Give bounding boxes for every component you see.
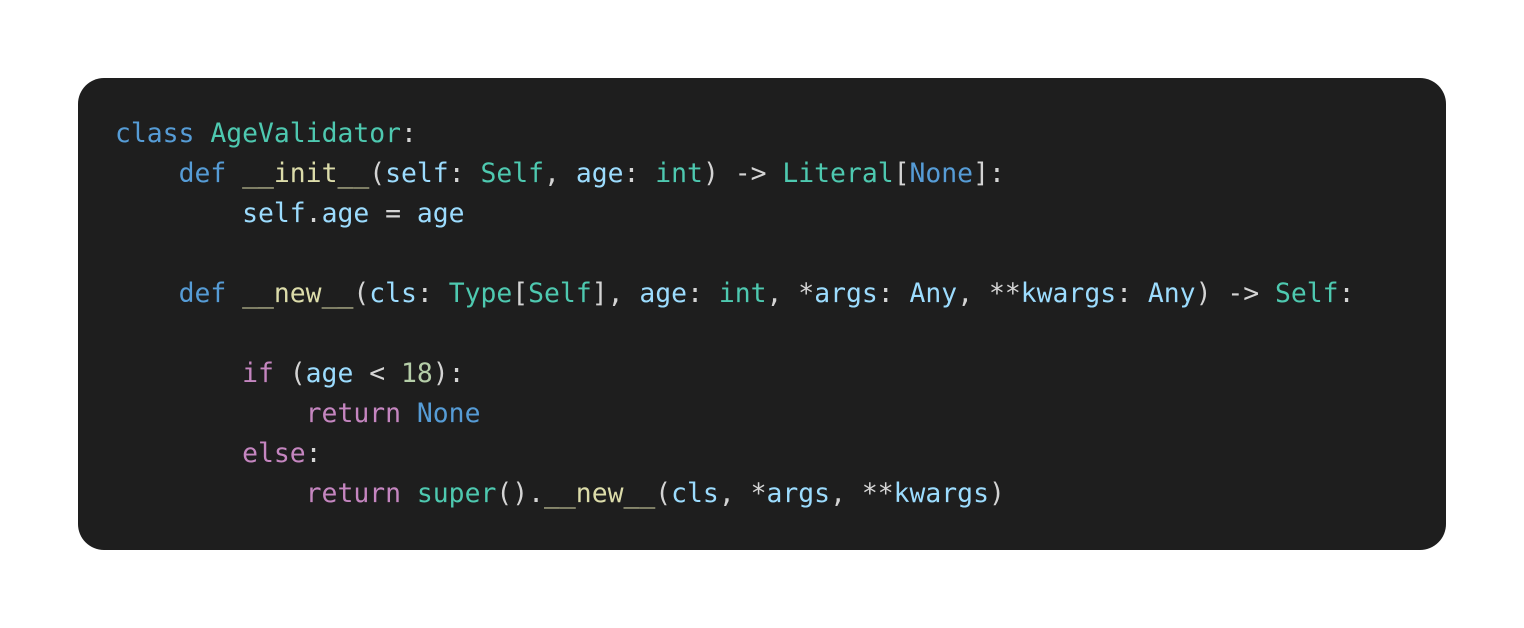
- code-token-keyword: None: [416, 398, 481, 429]
- code-token-punctuation: :: [623, 158, 656, 189]
- code-token-punctuation: [: [893, 158, 910, 189]
- code-token-punctuation: ):: [432, 358, 465, 389]
- code-token-class-type: AgeValidator: [210, 118, 402, 149]
- code-token-class-type: int: [718, 278, 767, 309]
- code-line: def __new__(cls: Type[Self], age: int, *…: [115, 274, 1355, 314]
- code-token-punctuation: [115, 158, 179, 189]
- code-token-variable: args: [766, 478, 831, 509]
- code-token-punctuation: [115, 398, 306, 429]
- code-token-variable: age: [305, 358, 354, 389]
- code-token-punctuation: [115, 358, 242, 389]
- code-token-punctuation: :: [687, 278, 719, 309]
- code-token-class-type: Literal: [782, 158, 894, 189]
- code-token-punctuation: [115, 478, 306, 509]
- code-token-punctuation: (: [273, 358, 306, 389]
- code-token-variable: kwargs: [893, 478, 989, 509]
- code-line: return None: [115, 394, 1354, 434]
- code-token-variable: age: [575, 158, 624, 189]
- code-token-punctuation: [226, 158, 242, 189]
- code-token-class-type: Self: [528, 278, 592, 309]
- code-line: return super().__new__(cls, *args, **kwa…: [115, 474, 1354, 514]
- code-token-punctuation: :: [1338, 278, 1355, 309]
- code-token-class-type: Self: [480, 158, 545, 189]
- code-token-punctuation: ): [988, 478, 1005, 509]
- code-token-punctuation: , *: [718, 478, 767, 509]
- code-token-keyword: class: [115, 118, 195, 149]
- code-token-punctuation: ().: [496, 478, 545, 509]
- code-token-class-type: Type: [448, 278, 513, 309]
- code-token-punctuation: ]:: [973, 158, 1005, 189]
- code-token-punctuation: (: [353, 278, 370, 309]
- code-token-punctuation: [401, 478, 417, 509]
- code-token-variable: self: [385, 158, 449, 189]
- code-token-punctuation: [: [512, 278, 529, 309]
- code-token-punctuation: [115, 278, 179, 309]
- code-token-punctuation: [401, 398, 417, 429]
- code-token-punctuation: .: [305, 198, 322, 229]
- code-token-punctuation: [226, 278, 242, 309]
- code-token-punctuation: (: [369, 158, 386, 189]
- code-line: if (age < 18):: [115, 354, 1354, 394]
- code-token-variable: Any: [1147, 278, 1196, 309]
- code-token-variable: args: [814, 278, 878, 309]
- code-token-punctuation: :: [448, 158, 481, 189]
- code-token-punctuation: (: [655, 478, 672, 509]
- code-token-punctuation: [194, 118, 210, 149]
- code-token-function: __init__: [242, 158, 370, 189]
- code-block: class AgeValidator: def __init__(self: S…: [115, 114, 1354, 514]
- code-token-variable: cls: [671, 478, 719, 509]
- code-token-punctuation: :: [401, 118, 417, 149]
- code-token-class-type: super: [416, 478, 497, 509]
- code-token-punctuation: [115, 438, 242, 469]
- code-token-variable: age: [321, 198, 370, 229]
- code-token-punctuation: ],: [591, 278, 640, 309]
- code-token-function: __new__: [544, 478, 656, 509]
- code-token-keyword: None: [909, 158, 974, 189]
- code-token-punctuation: :: [1116, 278, 1148, 309]
- code-token-control: if: [242, 358, 274, 389]
- code-token-punctuation: , **: [830, 478, 894, 509]
- code-token-variable: cls: [369, 278, 417, 309]
- code-token-class-type: Self: [1275, 278, 1339, 309]
- code-token-punctuation: ) ->: [702, 158, 783, 189]
- code-token-punctuation: =: [369, 198, 417, 229]
- code-token-number: 18: [401, 358, 433, 389]
- code-token-keyword: def: [178, 158, 227, 189]
- code-token-class-type: int: [655, 158, 703, 189]
- code-token-keyword: def: [178, 278, 227, 309]
- code-token-function: __new__: [242, 278, 354, 309]
- code-line: class AgeValidator:: [115, 114, 1354, 154]
- code-token-punctuation: , *: [766, 278, 815, 309]
- code-token-control: return: [305, 478, 402, 509]
- code-line: self.age = age: [115, 194, 1354, 234]
- code-token-variable: age: [416, 198, 465, 229]
- code-snippet-card: class AgeValidator: def __init__(self: S…: [78, 78, 1446, 550]
- code-token-punctuation: ,: [544, 158, 576, 189]
- code-token-variable: self: [242, 198, 306, 229]
- code-token-variable: Any: [909, 278, 958, 309]
- code-token-control: return: [305, 398, 402, 429]
- code-line: def __init__(self: Self, age: int) -> Li…: [115, 154, 1354, 194]
- code-token-punctuation: ) ->: [1195, 278, 1276, 309]
- code-token-punctuation: , **: [957, 278, 1021, 309]
- code-token-variable: kwargs: [1020, 278, 1117, 309]
- code-token-punctuation: [115, 198, 242, 229]
- code-line: else:: [115, 434, 1354, 474]
- code-token-punctuation: :: [305, 438, 322, 469]
- code-token-punctuation: :: [416, 278, 449, 309]
- code-token-variable: age: [639, 278, 688, 309]
- code-token-punctuation: :: [877, 278, 910, 309]
- code-token-punctuation: <: [353, 358, 402, 389]
- code-token-control: else: [242, 438, 306, 469]
